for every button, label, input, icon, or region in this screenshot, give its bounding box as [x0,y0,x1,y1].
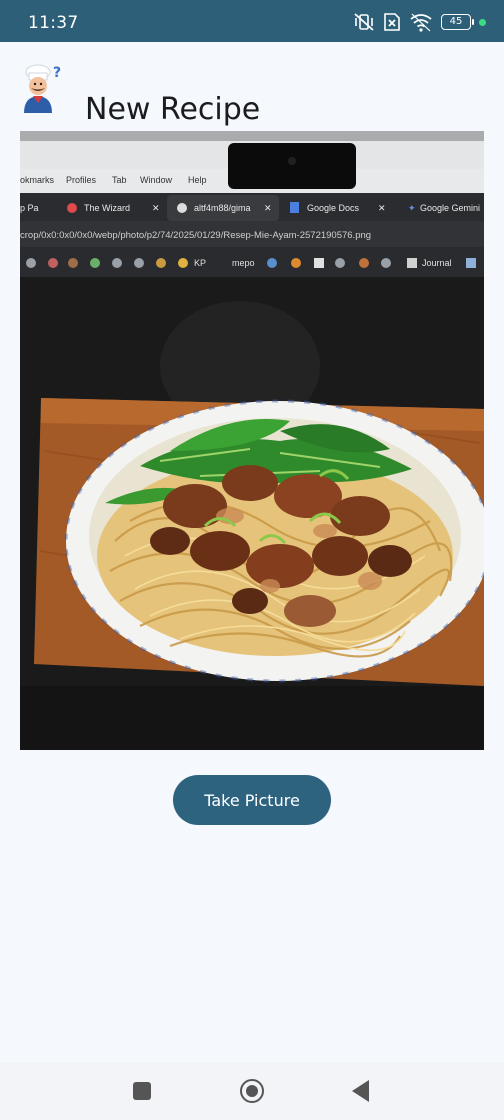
recents-icon[interactable] [133,1082,151,1100]
home-icon[interactable] [240,1079,264,1103]
browser-tab-3: altf4m88/gima [194,203,251,213]
browser-menu-tab-b: Tab [112,175,127,185]
status-bar: 11:37 45 [0,0,504,42]
browser-menu-window-b: Window [140,175,173,185]
charging-dot-icon [479,18,486,26]
captured-photo: okmarks Profiles Tab Window Help okmarks… [20,131,484,750]
vibrate-off-icon [354,13,374,31]
app-header: ? New Recipe [0,42,504,132]
browser-menu-profiles-b: Profiles [66,175,97,185]
svg-text:?: ? [53,65,61,81]
chef-icon: ? [24,64,61,113]
svg-text:✕: ✕ [152,203,160,213]
no-sim-icon [384,13,400,31]
battery-icon: 45 [441,14,474,30]
browser-menu-bookmarks-b: okmarks [20,175,55,185]
svg-text:✕: ✕ [264,203,272,213]
svg-text:✦: ✦ [408,203,416,213]
system-nav-bar [0,1062,504,1120]
bookmark-mepo: mepo [232,258,255,268]
bookmark-kp: KP [194,258,206,268]
browser-menu-help-b: Help [188,175,207,185]
browser-tab-5: Google Gemini [420,203,480,213]
bookmark-journal: Journal [422,258,452,268]
browser-tab-4: Google Docs [307,203,360,213]
svg-text:✕: ✕ [378,203,386,213]
status-time: 11:37 [28,13,79,33]
wifi-icon [410,13,432,32]
back-icon[interactable] [352,1080,369,1102]
browser-tab-1: p Pa [20,203,39,213]
page-title: New Recipe [85,92,261,128]
browser-tab-2: The Wizard [84,203,130,213]
browser-url: crop/0x0:0x0/0x0/webp/photo/p2/74/2025/0… [20,230,371,241]
status-icons: 45 [353,10,486,34]
photo-image: okmarks Profiles Tab Window Help okmarks… [20,131,484,750]
take-picture-button[interactable]: Take Picture [173,775,331,825]
